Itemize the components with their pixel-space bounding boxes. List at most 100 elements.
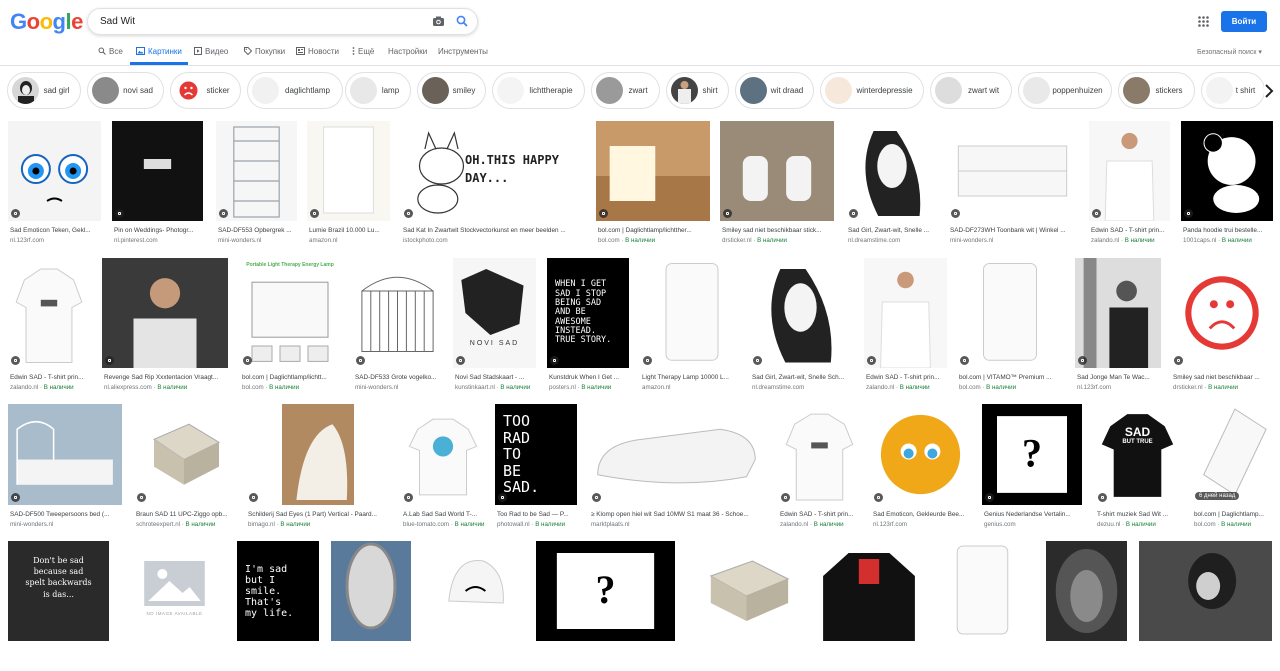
image-result[interactable]: [818, 541, 920, 671]
chip-wit-draad[interactable]: wit draad: [735, 72, 814, 109]
chip-zwart-wit[interactable]: zwart wit: [930, 72, 1012, 109]
image-result[interactable]: [1046, 541, 1127, 671]
result-thumbnail[interactable]: [932, 541, 1033, 641]
image-result[interactable]: Portable Light Therapy Energy Lamp bol.co…: [240, 258, 340, 398]
result-thumbnail[interactable]: [1089, 121, 1170, 221]
search-input[interactable]: [100, 9, 400, 34]
image-result[interactable]: Panda hoodie trui bestelle... 1001caps.nl…: [1181, 121, 1273, 251]
image-result[interactable]: OH.THIS HAPPY DAY... Sad Kat In Zwartwit …: [401, 121, 585, 251]
image-result[interactable]: Sad Girl, Zwart-wit, Snelle ... nl.dreams…: [846, 121, 938, 251]
result-title[interactable]: Genius Nederlandse Vertalin...: [984, 511, 1082, 518]
result-title[interactable]: Lumie Brazil 10.000 Lu...: [309, 227, 390, 234]
image-result[interactable]: Smiley sad niet beschikbaar ... drsticker…: [1171, 258, 1273, 398]
image-result[interactable]: bol.com | Daglichtlamp/lichtther... bol.c…: [596, 121, 710, 251]
result-thumbnail[interactable]: [596, 121, 710, 221]
image-result[interactable]: SAD BUT TRUE T-shirt muziek Sad Wit ... dez…: [1095, 404, 1180, 535]
image-result[interactable]: Edwin SAD - T-shirt prin... zalando.nl · …: [778, 404, 861, 535]
result-title[interactable]: bol.com | Daglichtlamp/lichtt...: [242, 374, 340, 381]
result-thumbnail[interactable]: [589, 404, 764, 505]
result-thumbnail[interactable]: [720, 121, 834, 221]
result-thumbnail[interactable]: [864, 258, 947, 368]
result-title[interactable]: Sad Kat In Zwartwit Stockvectorkunst en …: [403, 227, 585, 234]
image-result[interactable]: ?: [536, 541, 675, 671]
result-title[interactable]: Edwin SAD - T-shirt prin...: [10, 374, 90, 381]
result-thumbnail[interactable]: [112, 121, 203, 221]
image-result[interactable]: [331, 541, 411, 671]
tab-4[interactable]: Покупки: [244, 47, 285, 65]
result-thumbnail[interactable]: NO IMAGE AVAILABLE: [124, 541, 225, 641]
image-result[interactable]: 6 дней назад bol.com | Daglichtlamp... bol…: [1192, 404, 1270, 535]
image-result[interactable]: Sad Girl, Zwart-wit, Snelle Sch... nl.dre…: [750, 258, 851, 398]
result-title[interactable]: SAD-DF553 Opbergrek ...: [218, 227, 297, 234]
result-thumbnail[interactable]: Portable Light Therapy Energy Lamp: [240, 258, 340, 368]
result-title[interactable]: Smiley sad niet beschikbaar ...: [1173, 374, 1273, 381]
image-result[interactable]: [1139, 541, 1272, 671]
result-thumbnail[interactable]: [401, 404, 485, 505]
result-thumbnail[interactable]: [331, 541, 411, 641]
result-title[interactable]: A.Lab Sad Sad World T-...: [403, 511, 485, 518]
result-title[interactable]: bol.com | VITAMO™ Premium ...: [959, 374, 1063, 381]
image-result[interactable]: [687, 541, 806, 671]
result-title[interactable]: Edwin SAD - T-shirt prin...: [780, 511, 861, 518]
chip-sticker[interactable]: sticker: [170, 72, 241, 109]
image-result[interactable]: Don't be sad because sad spelt backwards is…: [8, 541, 109, 671]
image-result[interactable]: Sad Emoticon, Gekleurde Bee... nl.123rf.c…: [871, 404, 970, 535]
image-result[interactable]: I'm sad but Ismile. That's my life.: [237, 541, 319, 671]
result-title[interactable]: ≥ Klomp open hiel wit Sad 10MW S1 maat 3…: [591, 511, 764, 518]
image-result[interactable]: Edwin SAD - T-shirt prin... zalando.nl · …: [864, 258, 947, 398]
apps-grid-icon[interactable]: [1198, 16, 1209, 27]
tab-5[interactable]: Новости: [296, 47, 339, 65]
result-title[interactable]: SAD-DF500 Tweepersoons bed (...: [10, 511, 122, 518]
result-thumbnail[interactable]: Don't be sad because sad spelt backwards is…: [8, 541, 109, 641]
image-result[interactable]: Edwin SAD - T-shirt prin... zalando.nl · …: [8, 258, 90, 398]
image-result[interactable]: NO IMAGE AVAILABLE: [124, 541, 225, 671]
result-title[interactable]: Pin on Weddings- Photogr...: [114, 227, 203, 234]
result-title[interactable]: Sad Girl, Zwart-wit, Snelle ...: [848, 227, 938, 234]
result-thumbnail[interactable]: [134, 404, 234, 505]
chip-sad-girl[interactable]: sad girl: [7, 72, 81, 109]
camera-icon[interactable]: [432, 15, 445, 27]
result-title[interactable]: Sad Girl, Zwart-wit, Snelle Sch...: [752, 374, 851, 381]
result-title[interactable]: Too Rad to be Sad — P...: [497, 511, 577, 518]
image-result[interactable]: Braun SAD 11 UPC-Ziggo opb... schroteexpe…: [134, 404, 234, 535]
result-thumbnail[interactable]: [1075, 258, 1161, 368]
tab-3[interactable]: Видео: [194, 47, 228, 65]
image-result[interactable]: Sad Jonge Man Te Wac... nl.123rf.com: [1075, 258, 1161, 398]
result-title[interactable]: SAD-DF533 Grote vogelko...: [355, 374, 442, 381]
result-title[interactable]: Panda hoodie trui bestelle...: [1183, 227, 1273, 234]
result-title[interactable]: Smiley sad niet beschikbaar stick...: [722, 227, 834, 234]
result-thumbnail[interactable]: [818, 541, 920, 641]
chip-stickers[interactable]: stickers: [1118, 72, 1195, 109]
tab-8[interactable]: Инструменты: [438, 47, 488, 65]
image-result[interactable]: Pin on Weddings- Photogr... nl.pinterest.…: [112, 121, 203, 251]
result-thumbnail[interactable]: [1046, 541, 1127, 641]
result-thumbnail[interactable]: [8, 121, 101, 221]
result-thumbnail[interactable]: [1171, 258, 1273, 368]
image-result[interactable]: Schilderij Sad Eyes (1 Part) Vertical - …: [246, 404, 390, 535]
chevron-right-icon[interactable]: [1264, 80, 1280, 102]
result-title[interactable]: Novi Sad Stadskaart - ...: [455, 374, 536, 381]
image-result[interactable]: SAD-DF553 Opbergrek ... mini-wonders.nl: [216, 121, 297, 251]
result-thumbnail[interactable]: ?: [982, 404, 1082, 505]
image-result[interactable]: TOO RAD TO BE SAD. Too Rad to be Sad — P... ph…: [495, 404, 577, 535]
image-result[interactable]: NOVI SAD Novi Sad Stadskaart - ... kunstin…: [453, 258, 536, 398]
result-thumbnail[interactable]: [246, 404, 390, 505]
result-title[interactable]: Kunstdruk When I Get ...: [549, 374, 629, 381]
chip-novi-sad[interactable]: novi sad: [87, 72, 164, 109]
image-result[interactable]: SAD-DF500 Tweepersoons bed (... mini-wond…: [8, 404, 122, 535]
safesearch-toggle[interactable]: Безопасный поиск ▾: [1197, 48, 1262, 56]
result-title[interactable]: Sad Jonge Man Te Wac...: [1077, 374, 1161, 381]
result-thumbnail[interactable]: [957, 258, 1063, 368]
image-result[interactable]: SAD-DF533 Grote vogelko... mini-wonders.n…: [353, 258, 442, 398]
result-title[interactable]: Sad Emoticon, Gekleurde Bee...: [873, 511, 970, 518]
result-thumbnail[interactable]: WHEN I GET SAD I STOP BEING SAD AND BE AWESO…: [547, 258, 629, 368]
image-result[interactable]: A.Lab Sad Sad World T-... blue-tomato.com…: [401, 404, 485, 535]
signin-button[interactable]: Войти: [1221, 11, 1267, 32]
result-thumbnail[interactable]: [216, 121, 297, 221]
tab-6[interactable]: Ещё: [352, 47, 374, 65]
chip-lichttherapie[interactable]: lichttherapie: [492, 72, 585, 109]
result-thumbnail[interactable]: [1139, 541, 1272, 641]
result-title[interactable]: Revenge Sad Rip Xxxtentacion Vraagt...: [104, 374, 228, 381]
image-result[interactable]: ? Genius Nederlandse Vertalin... genius.co…: [982, 404, 1082, 535]
result-title[interactable]: bol.com | Daglichtlamp/lichtther...: [598, 227, 710, 234]
